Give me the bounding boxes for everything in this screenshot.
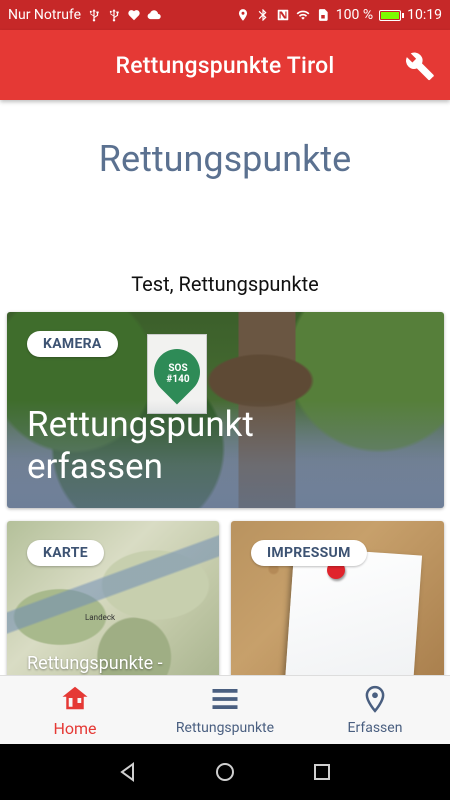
nav-label-rettungspunkte: Rettungspunkte (175, 720, 275, 736)
location-icon (238, 9, 247, 21)
settings-button[interactable] (404, 50, 436, 82)
back-icon[interactable] (116, 760, 140, 784)
status-bar: Nur Notrufe 100 % 10:19 (0, 0, 450, 30)
impressum-card[interactable]: IMPRESSUM (231, 521, 444, 675)
camera-card-title: Rettungspunkt erfassen (27, 404, 254, 488)
map-card[interactable]: Landeck KARTE Rettungspunkte - (7, 521, 219, 675)
usb-icon-2 (109, 9, 119, 22)
battery-fill (381, 11, 400, 19)
cloud-icon (147, 10, 161, 20)
status-left: Nur Notrufe (8, 7, 161, 23)
recents-icon[interactable] (310, 760, 334, 784)
nfc-icon (277, 9, 289, 21)
battery-percent: 100 % (335, 7, 374, 23)
location-pin-icon (365, 685, 385, 713)
nav-label-home: Home (53, 718, 97, 738)
nav-item-erfassen[interactable]: Erfassen (300, 676, 450, 744)
clock: 10:19 (407, 7, 442, 23)
nav-label-erfassen: Erfassen (347, 720, 403, 736)
bottom-navigation: Home Rettungspunkte Erfassen (0, 675, 450, 744)
status-right: 100 % 10:19 (236, 7, 442, 23)
list-icon (212, 689, 238, 709)
heart-pulse-icon (128, 10, 140, 21)
page-heading: Rettungspunkte (98, 138, 352, 180)
camera-card-title-line2: erfassen (27, 446, 163, 487)
sign-text: SOS #140 (166, 363, 190, 385)
map-chip: KARTE (27, 540, 104, 566)
wrench-icon (406, 52, 434, 81)
screen: Nur Notrufe 100 % 10:19 Rettungspunkte T… (0, 0, 450, 800)
battery-icon (379, 9, 405, 21)
app-title: Rettungspunkte Tirol (115, 51, 335, 79)
bluetooth-icon (258, 9, 267, 21)
map-card-title: Rettungspunkte - (27, 653, 163, 674)
camera-card[interactable]: SOS #140 KAMERA Rettungspunkt erfassen (7, 312, 444, 508)
nav-item-rettungspunkte[interactable]: Rettungspunkte (150, 676, 300, 744)
home-circle-icon[interactable] (213, 760, 237, 784)
home-icon (62, 686, 88, 709)
wifi-icon (296, 10, 310, 20)
map-place-label: Landeck (85, 613, 116, 622)
app-bar: Rettungspunkte Tirol (0, 30, 450, 100)
system-navigation-bar (0, 744, 450, 800)
sim-icon (318, 9, 328, 21)
nav-item-home[interactable]: Home (0, 676, 150, 744)
camera-card-title-line1: Rettungspunkt (27, 404, 254, 445)
impressum-chip: IMPRESSUM (251, 540, 367, 566)
usb-icon (89, 9, 99, 22)
main-content: Rettungspunkte Test, Rettungspunkte SOS … (0, 100, 450, 675)
carrier-text: Nur Notrufe (8, 7, 82, 23)
subtitle: Test, Rettungspunkte (131, 272, 319, 296)
camera-chip: KAMERA (27, 331, 118, 357)
